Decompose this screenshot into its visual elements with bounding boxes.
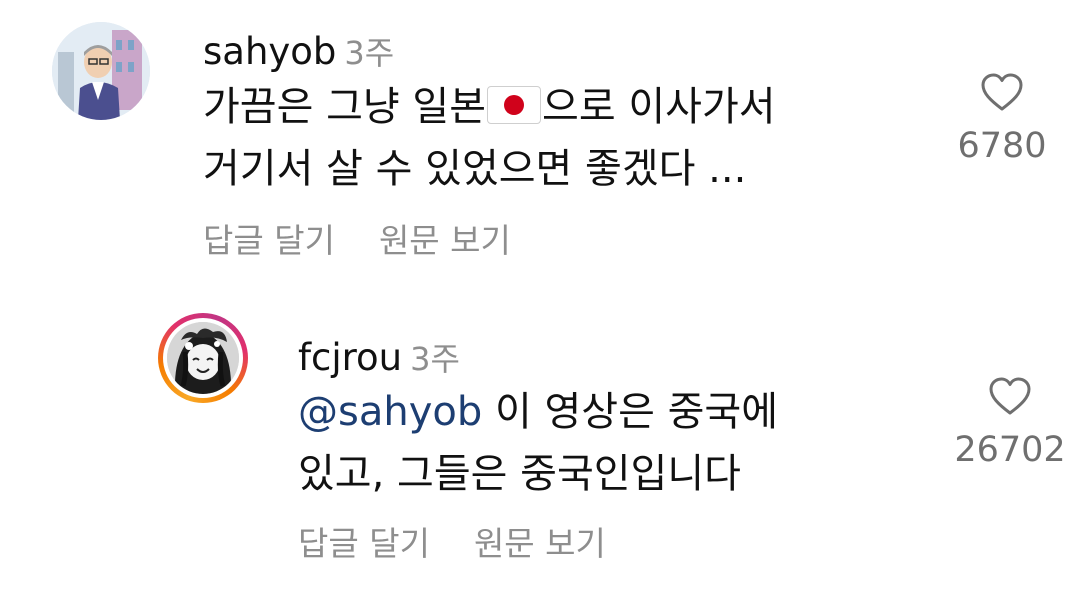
- avatar[interactable]: [52, 22, 150, 120]
- reply-comment-item: fcjrou 3주 @sahyob 이 영상은 중국에 있고, 그들은 중국인입니…: [0, 290, 1080, 589]
- heart-outline-icon[interactable]: [988, 376, 1032, 416]
- japan-flag-icon: [487, 86, 542, 124]
- timestamp: 3주: [344, 34, 395, 72]
- comment-actions: 답글 달기 원문 보기: [203, 214, 511, 262]
- username[interactable]: fcjrou: [298, 336, 402, 379]
- comment-text-line: @sahyob 이 영상은 중국에: [298, 389, 778, 435]
- comment-actions: 답글 달기 원문 보기: [298, 517, 606, 565]
- comment-text-line: 가끔은 그냥 일본 으로 이사가서: [203, 84, 776, 130]
- mention-link[interactable]: @sahyob: [298, 389, 482, 435]
- comment-text-line: 있고, 그들은 중국인입니다: [298, 451, 741, 497]
- like-column: 26702: [940, 376, 1080, 470]
- see-original-button[interactable]: 원문 보기: [379, 221, 511, 260]
- comment-header: fcjrou 3주: [298, 334, 460, 380]
- comment-text-line: 거기서 살 수 있었으면 좋겠다 ...: [203, 146, 747, 192]
- avatar[interactable]: [167, 322, 239, 394]
- comment-text: 가끔은 그냥 일본 으로 이사가서 거기서 살 수 있었으면 좋겠다 ...: [203, 76, 776, 200]
- avatar-image: [52, 22, 150, 120]
- heart-outline-icon[interactable]: [980, 72, 1024, 112]
- timestamp: 3주: [410, 340, 460, 378]
- see-original-button[interactable]: 원문 보기: [474, 524, 606, 563]
- comment-header: sahyob 3주: [203, 28, 394, 74]
- avatar-image: [167, 322, 239, 394]
- like-count: 6780: [957, 126, 1047, 166]
- reply-button[interactable]: 답글 달기: [203, 221, 335, 260]
- like-column: 6780: [932, 72, 1072, 166]
- comment-item: sahyob 3주 가끔은 그냥 일본 으로 이사가서 거기서 살 수 있었으면 좋…: [0, 0, 1080, 290]
- reply-button[interactable]: 답글 달기: [298, 524, 430, 563]
- comment-text: @sahyob 이 영상은 중국에 있고, 그들은 중국인입니다: [298, 381, 778, 505]
- like-count: 26702: [954, 430, 1066, 470]
- username[interactable]: sahyob: [203, 30, 336, 73]
